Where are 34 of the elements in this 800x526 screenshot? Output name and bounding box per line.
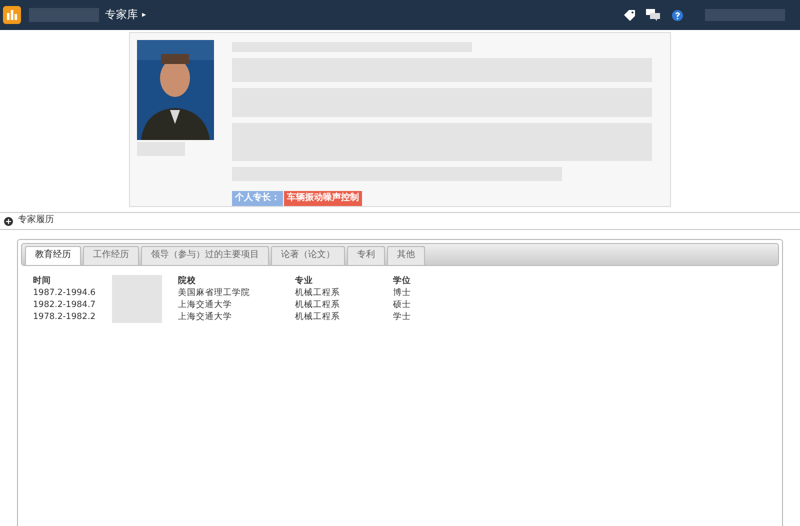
section-header[interactable]: 专家履历	[0, 212, 800, 230]
tab[interactable]: 其他	[387, 246, 425, 265]
tag-icon[interactable]	[623, 9, 636, 21]
table-cell-text: 1982.2-1984.7	[33, 299, 97, 311]
table-cell-text: 硕士	[393, 299, 412, 311]
table-cell-text: 1978.2-1982.2	[33, 311, 97, 323]
column-header: 学位	[393, 275, 412, 287]
table-cell-text: 机械工程系	[295, 299, 341, 311]
tab[interactable]: 教育经历	[25, 246, 81, 265]
specialty-label: 个人专长：	[232, 190, 283, 206]
breadcrumb-separator: ▸	[142, 9, 146, 21]
table-cell-text: 上海交通大学	[178, 299, 233, 311]
table-cell-text: 学士	[393, 311, 412, 323]
tab[interactable]: 领导（参与）过的主要项目	[141, 246, 269, 265]
app-logo-icon	[3, 6, 21, 24]
tab[interactable]: 工作经历	[83, 246, 139, 265]
section-title: 专家履历	[18, 214, 54, 228]
help-icon[interactable]	[672, 10, 683, 20]
tab[interactable]: 论著（论文）	[271, 246, 345, 265]
column-header: 时间	[33, 275, 52, 287]
specialty-tag: 车辆振动噪声控制	[284, 190, 362, 206]
chat-icon[interactable]	[646, 9, 660, 21]
tab[interactable]: 专利	[347, 246, 385, 265]
blurred-block	[29, 8, 99, 22]
table-cell-text: 美国麻省理工学院	[178, 287, 251, 299]
breadcrumb-link[interactable]: 专家库	[105, 6, 138, 24]
table-cell-text: 博士	[393, 287, 412, 299]
table-cell-text: 机械工程系	[295, 311, 341, 323]
table-cell-text: 1987.2-1994.6	[33, 287, 97, 299]
column-header: 院校	[178, 275, 197, 287]
table-cell-text: 机械工程系	[295, 287, 341, 299]
table-cell-text: 上海交通大学	[178, 311, 233, 323]
column-header: 专业	[295, 275, 314, 287]
blurred-block	[112, 275, 162, 323]
